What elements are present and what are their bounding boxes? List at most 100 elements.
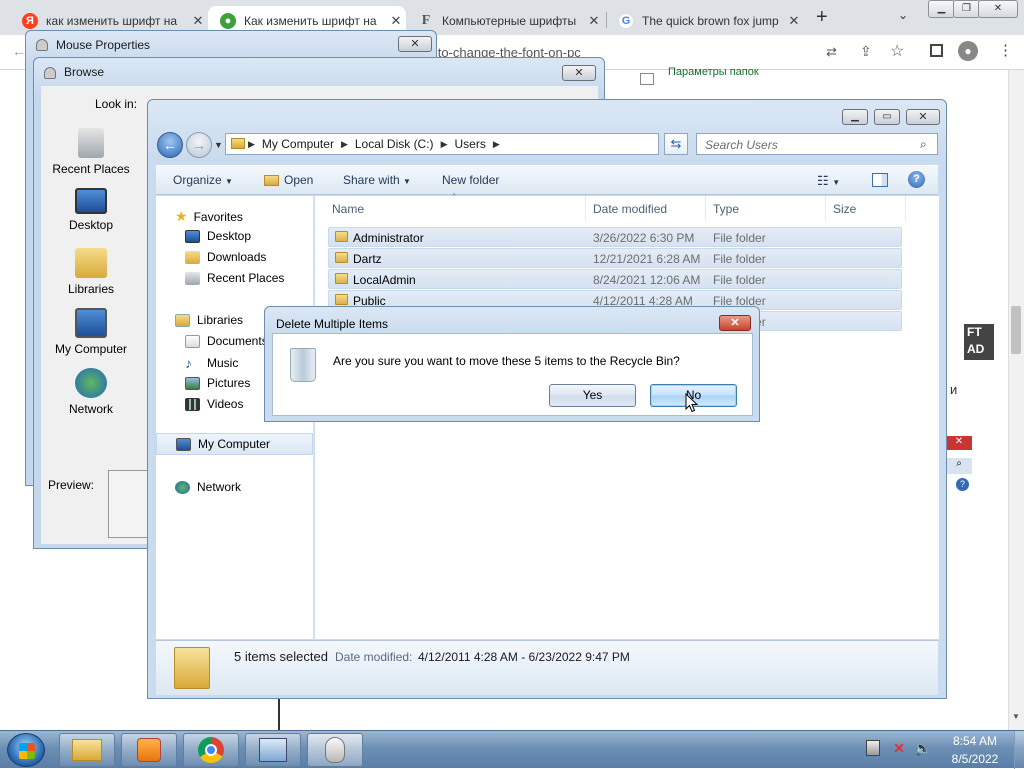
minimize-button[interactable]: ▁ — [842, 109, 868, 125]
bg-close-icon: ✕ — [946, 436, 972, 450]
column-date-modified[interactable]: Date modified — [593, 202, 667, 216]
nav-music[interactable]: ♪ Music — [185, 355, 238, 371]
nav-my-computer[interactable]: My Computer — [176, 437, 270, 451]
taskbar-explorer[interactable] — [59, 733, 115, 767]
start-button[interactable] — [7, 733, 45, 767]
column-divider[interactable] — [905, 196, 906, 220]
nav-documents[interactable]: Documents — [185, 334, 268, 348]
help-icon[interactable]: ? — [908, 171, 925, 188]
nav-network[interactable]: Network — [175, 480, 241, 494]
close-tab-icon[interactable]: ✕ — [784, 13, 804, 29]
place-network[interactable]: Network — [41, 368, 141, 416]
videos-icon — [185, 397, 200, 411]
back-arrow-icon[interactable]: ← — [12, 43, 26, 59]
file-row[interactable]: Administrator 3/26/2022 6:30 PM File fol… — [328, 227, 902, 247]
nav-libraries[interactable]: Libraries — [175, 313, 243, 327]
nav-recent-places[interactable]: Recent Places — [185, 271, 284, 285]
restore-button[interactable]: ❐ — [953, 0, 980, 18]
browser-tab-4[interactable]: G The quick brown fox jump ✕ — [606, 6, 804, 35]
scroll-down-arrow-icon[interactable]: ▼ — [1012, 712, 1020, 721]
place-libraries[interactable]: Libraries — [41, 248, 141, 296]
nav-downloads[interactable]: Downloads — [185, 250, 266, 264]
taskbar-mouse-properties[interactable] — [307, 733, 363, 767]
new-folder-button[interactable]: New folder — [442, 173, 499, 187]
refresh-button[interactable]: ⇆ — [664, 133, 688, 155]
change-view-icon[interactable]: ☷ ▼ — [817, 173, 840, 189]
breadcrumb-local-disk[interactable]: Local Disk (C:) — [348, 137, 441, 151]
breadcrumb-users[interactable]: Users — [447, 137, 492, 151]
column-divider[interactable] — [825, 196, 826, 220]
close-button[interactable]: ✕ — [906, 109, 940, 125]
forward-button[interactable]: → — [186, 132, 212, 158]
column-name[interactable]: Name — [332, 202, 364, 216]
clock[interactable]: 8:54 AM 8/5/2022 — [940, 734, 1010, 766]
page-scrollbar[interactable]: ▼ — [1008, 70, 1024, 730]
new-tab-button[interactable]: + — [816, 6, 828, 29]
column-size[interactable]: Size — [833, 202, 856, 216]
bookmark-star-icon[interactable]: ☆ — [890, 41, 904, 61]
close-tab-icon[interactable]: ✕ — [584, 13, 604, 29]
place-recent-places[interactable]: Recent Places — [41, 128, 141, 176]
taskbar-control-panel[interactable] — [245, 733, 301, 767]
nav-favorites[interactable]: ★ Favorites — [175, 208, 243, 225]
webpage-link[interactable]: Параметры папок — [668, 66, 759, 78]
maximize-button[interactable]: ▭ — [874, 109, 900, 125]
network-disconnected-icon[interactable]: ✕ — [891, 740, 907, 756]
breadcrumb-arrow-icon[interactable]: ▶ — [341, 139, 348, 150]
taskbar-chrome[interactable] — [183, 733, 239, 767]
scrollbar-thumb[interactable] — [1011, 306, 1021, 354]
breadcrumb-arrow-icon[interactable]: ▶ — [248, 139, 255, 150]
close-button[interactable]: ✕ — [978, 0, 1018, 18]
close-tab-icon[interactable]: ✕ — [386, 13, 406, 29]
organize-button[interactable]: Organize ▼ — [173, 173, 233, 187]
breadcrumb-my-computer[interactable]: My Computer — [255, 137, 341, 151]
place-label: Desktop — [68, 218, 114, 232]
nav-desktop[interactable]: Desktop — [185, 229, 251, 243]
network-icon — [75, 368, 107, 398]
close-button[interactable]: ✕ — [719, 315, 751, 331]
file-row[interactable]: Dartz 12/21/2021 6:28 AM File folder — [328, 248, 902, 268]
nav-my-computer-selected[interactable]: My Computer — [156, 433, 313, 455]
column-divider[interactable] — [585, 196, 586, 220]
side-panel-icon[interactable] — [930, 44, 943, 57]
menu-kebab-icon[interactable]: ⋮ — [998, 41, 1013, 59]
file-row[interactable]: LocalAdmin 8/24/2021 12:06 AM File folde… — [328, 269, 902, 289]
volume-icon[interactable]: 🔈 — [914, 740, 931, 757]
close-button[interactable]: ✕ — [398, 36, 432, 52]
recent-pages-chevron-icon[interactable]: ▼ — [214, 140, 223, 150]
translate-icon[interactable]: ⇄ — [826, 44, 837, 60]
preview-pane-icon[interactable] — [872, 173, 888, 187]
yes-button[interactable]: Yes — [549, 384, 636, 407]
tab-search-chevron-icon[interactable]: ⌄ — [898, 8, 908, 22]
explorer-icon — [72, 739, 102, 761]
nav-label: Music — [207, 356, 239, 370]
breadcrumb-arrow-icon[interactable]: ▶ — [441, 139, 448, 150]
show-desktop-button[interactable] — [1014, 731, 1024, 769]
taskbar-media-player[interactable] — [121, 733, 177, 767]
column-divider[interactable] — [705, 196, 706, 220]
place-desktop[interactable]: Desktop — [41, 188, 141, 232]
share-with-button[interactable]: Share with ▼ — [343, 173, 411, 187]
open-button[interactable]: Open — [264, 173, 313, 187]
search-icon[interactable]: ⌕ — [920, 137, 927, 152]
profile-avatar-icon[interactable]: ● — [958, 41, 978, 61]
dropdown-arrow-icon: ▼ — [403, 177, 411, 186]
search-input[interactable]: Search Users — [696, 133, 938, 155]
breadcrumb-arrow-icon[interactable]: ▶ — [493, 139, 500, 150]
nav-pictures[interactable]: Pictures — [185, 376, 250, 390]
place-my-computer[interactable]: My Computer — [41, 308, 141, 356]
breadcrumb[interactable]: ▶ My Computer ▶ Local Disk (C:) ▶ Users … — [225, 133, 729, 155]
close-tab-icon[interactable]: ✕ — [188, 13, 208, 29]
close-button[interactable]: ✕ — [562, 65, 596, 81]
share-icon[interactable]: ⇪ — [860, 43, 872, 60]
window-title: Browse — [64, 65, 105, 79]
back-button[interactable]: ← — [157, 132, 183, 158]
nav-videos[interactable]: Videos — [185, 397, 243, 411]
minimize-button[interactable]: ▁ — [928, 0, 955, 18]
browser-tab-3[interactable]: F Компьютерные шрифты ✕ — [406, 6, 604, 35]
preview-box — [108, 470, 152, 538]
column-type[interactable]: Type — [713, 202, 739, 216]
nav-label: Desktop — [207, 229, 252, 243]
file-type: File folder — [713, 252, 766, 266]
action-center-icon[interactable] — [866, 740, 880, 756]
